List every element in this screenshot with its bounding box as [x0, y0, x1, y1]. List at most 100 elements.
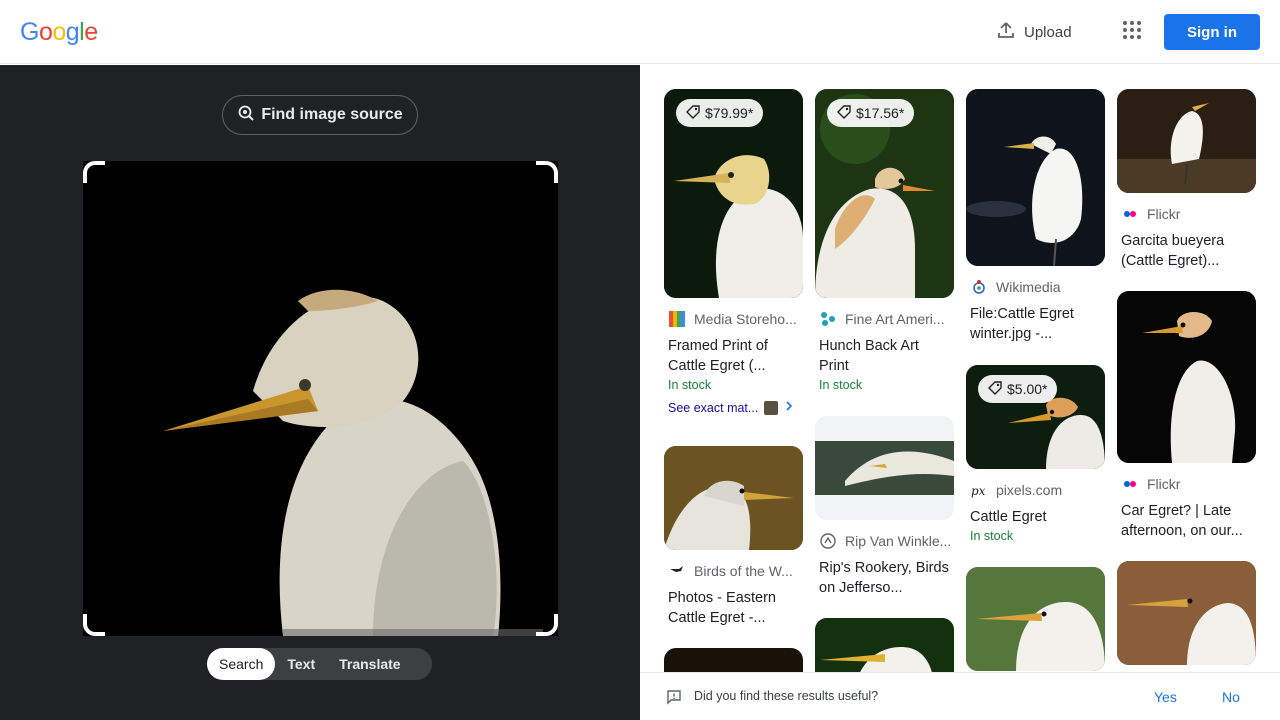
result-thumbnail[interactable]: $79.99* — [664, 89, 803, 298]
tab-text[interactable]: Text — [275, 648, 327, 680]
crop-handle-top-left[interactable] — [83, 161, 105, 183]
price-text: $17.56* — [856, 105, 905, 121]
logo-letter: o — [38, 18, 53, 46]
svg-text:px: px — [971, 484, 986, 498]
chevron-right-icon — [784, 400, 794, 415]
flickr-icon — [1121, 205, 1139, 223]
mode-tabs: Search Text Translate — [207, 648, 432, 680]
tag-icon — [686, 104, 700, 122]
egret-photo — [815, 618, 954, 672]
find-image-source-label: Find image source — [261, 106, 403, 123]
result-card[interactable] — [664, 648, 803, 672]
stock-status: In stock — [970, 529, 1014, 543]
result-source: Birds of the W... — [668, 562, 799, 580]
price-badge: $5.00* — [978, 375, 1058, 403]
result-thumbnail[interactable] — [664, 446, 803, 550]
result-card[interactable]: Rip Van Winkle... Rip's Rookery, Birds o… — [815, 416, 954, 598]
feedback-yes-button[interactable]: Yes — [1154, 689, 1177, 705]
tab-translate[interactable]: Translate — [327, 648, 412, 680]
query-image[interactable] — [83, 161, 558, 636]
result-card[interactable]: Flickr Garcita bueyera (Cattle Egret)... — [1117, 89, 1256, 271]
feedback-bar: Did you find these results useful? Yes N… — [640, 672, 1280, 720]
result-source: Rip Van Winkle... — [819, 532, 950, 550]
result-thumbnail[interactable] — [1117, 89, 1256, 193]
upload-icon — [996, 20, 1016, 44]
result-title[interactable]: Hunch Back Art Print — [819, 336, 950, 376]
header: Google Upload Sign in — [0, 0, 1280, 64]
feedback-question: Did you find these results useful? — [694, 689, 879, 703]
result-source: Flickr — [1121, 475, 1252, 493]
result-card[interactable]: Birds of the W... Photos - Eastern Cattl… — [664, 446, 803, 628]
see-exact-matches-label: See exact mat... — [668, 400, 759, 415]
logo-letter: o — [52, 18, 66, 46]
upload-label: Upload — [1024, 23, 1072, 41]
logo-letter: g — [65, 18, 80, 46]
result-source-name: pixels.com — [996, 482, 1063, 498]
pixels-icon: px — [970, 481, 988, 499]
result-thumbnail[interactable] — [815, 618, 954, 672]
see-exact-matches-link[interactable]: See exact mat... — [668, 400, 799, 415]
egret-photo — [966, 89, 1105, 266]
wikimedia-icon — [970, 278, 988, 296]
egret-photo — [1117, 89, 1256, 193]
apps-grid-icon — [1122, 20, 1142, 45]
result-card[interactable]: Wikimedia File:Cattle Egret winter.jpg -… — [966, 89, 1105, 344]
result-card[interactable] — [815, 618, 954, 672]
price-text: $5.00* — [1007, 381, 1048, 397]
result-source-name: Wikimedia — [996, 279, 1061, 295]
result-title[interactable]: Cattle Egret — [970, 507, 1101, 527]
result-source: Flickr — [1121, 205, 1252, 223]
egret-photo — [966, 567, 1105, 671]
tab-search[interactable]: Search — [207, 648, 276, 680]
image-search-icon — [237, 104, 255, 127]
result-title[interactable]: Car Egret? | Late afternoon, on our... — [1121, 501, 1252, 541]
sign-in-button[interactable]: Sign in — [1164, 14, 1260, 50]
results-panel: $79.99* Media Storeho... Framed Print of… — [640, 65, 1280, 672]
apps-button[interactable] — [1116, 16, 1148, 48]
egret-photo — [815, 416, 954, 520]
egret-photo — [1117, 561, 1256, 665]
result-title[interactable]: Photos - Eastern Cattle Egret -... — [668, 588, 799, 628]
result-card[interactable]: $5.00* px pixels.com Cattle Egret In sto… — [966, 365, 1105, 543]
result-source: px pixels.com — [970, 481, 1101, 499]
price-badge: $17.56* — [827, 99, 915, 127]
result-title[interactable]: Rip's Rookery, Birds on Jefferso... — [819, 558, 950, 598]
result-title[interactable]: Garcita bueyera (Cattle Egret)... — [1121, 231, 1252, 271]
find-image-source-button[interactable]: Find image source — [222, 95, 418, 135]
result-source-name: Flickr — [1147, 476, 1181, 492]
result-thumbnail[interactable]: $17.56* — [815, 89, 954, 298]
egret-photo — [664, 446, 803, 550]
tag-icon — [837, 104, 851, 122]
stock-status: In stock — [819, 378, 863, 392]
result-thumbnail[interactable] — [815, 416, 954, 520]
result-card[interactable] — [966, 567, 1105, 671]
result-card[interactable]: $79.99* Media Storeho... Framed Print of… — [664, 89, 803, 415]
media-storehouse-icon — [668, 310, 686, 328]
result-thumbnail[interactable]: $5.00* — [966, 365, 1105, 469]
result-title[interactable]: File:Cattle Egret winter.jpg -... — [970, 304, 1101, 344]
result-thumbnail[interactable] — [664, 648, 803, 672]
crop-handle-bottom-left[interactable] — [83, 614, 105, 636]
tag-icon — [988, 380, 1002, 398]
feedback-no-button[interactable]: No — [1222, 689, 1240, 705]
result-card[interactable] — [1117, 561, 1256, 665]
stock-status: In stock — [668, 378, 712, 392]
flickr-icon — [1121, 475, 1139, 493]
google-logo[interactable]: Google — [20, 18, 98, 47]
result-card[interactable]: $17.56* Fine Art Ameri... Hunch Back Art… — [815, 89, 954, 392]
upload-button[interactable]: Upload — [984, 14, 1084, 50]
price-badge: $79.99* — [676, 99, 764, 127]
logo-letter: G — [20, 18, 39, 46]
result-thumbnail[interactable] — [966, 89, 1105, 266]
fine-art-america-icon — [819, 310, 837, 328]
result-thumbnail[interactable] — [1117, 291, 1256, 463]
result-source-name: Fine Art Ameri... — [845, 311, 945, 327]
result-title[interactable]: Framed Print of Cattle Egret (... — [668, 336, 799, 376]
result-thumbnail[interactable] — [1117, 561, 1256, 665]
logo-letter: e — [84, 18, 98, 46]
result-source-name: Media Storeho... — [694, 311, 797, 327]
rip-van-winkle-icon — [819, 532, 837, 550]
crop-handle-top-right[interactable] — [536, 161, 558, 183]
result-card[interactable]: Flickr Car Egret? | Late afternoon, on o… — [1117, 291, 1256, 541]
result-thumbnail[interactable] — [966, 567, 1105, 671]
